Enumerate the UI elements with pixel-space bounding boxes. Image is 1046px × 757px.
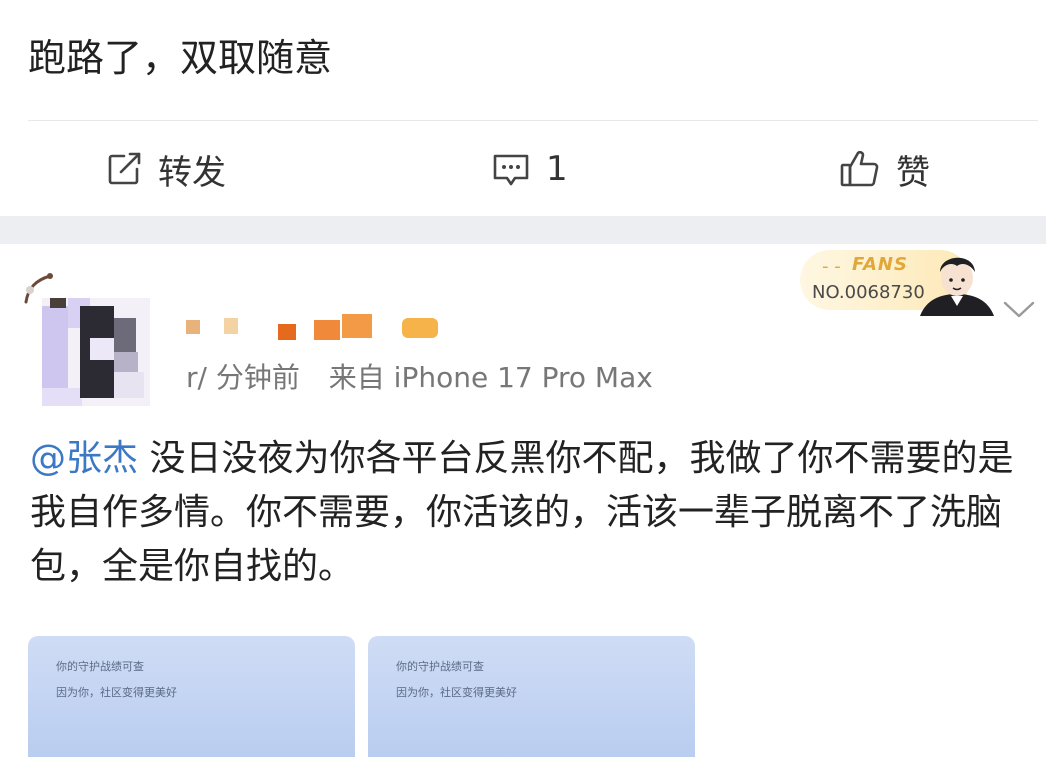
comment-meta: r/ 分钟前 来自 iPhone 17 Pro Max [186,356,653,396]
comment-image[interactable]: 你的守护战绩可查 因为你，社区变得更美好 [28,636,355,757]
thumbs-up-icon [838,147,882,191]
section-gap [0,216,1046,244]
comment-card: r/ 分钟前 来自 iPhone 17 Pro Max - - FANS NO.… [0,244,1046,757]
fans-label: FANS [852,254,908,275]
image-subcaption: 因为你，社区变得更美好 [396,686,517,699]
comment-icon [490,148,532,190]
post-text: 跑路了，双取随意 [28,36,333,80]
like-label: 赞 [896,152,930,193]
cartoon-avatar-icon [920,257,994,316]
chevron-down-icon[interactable] [1002,300,1036,320]
fans-number: NO.0068730 [812,282,925,303]
comment-text: @张杰 没日没夜为你各平台反黑你不配，我做了你不需要的是我自作多情。你不需要，你… [30,432,1030,594]
comment-button[interactable]: 1 [490,147,568,191]
avatar[interactable] [42,298,150,406]
forward-icon [104,149,144,189]
weibo-page: 跑路了，双取随意 转发 1 赞 r/ 分钟前 来自 iPhone 17 Pro … [0,0,1046,757]
username-blurred[interactable] [186,314,446,340]
like-button[interactable]: 赞 [838,147,930,193]
fans-badge[interactable]: - - FANS NO.0068730 [800,244,998,316]
comment-image[interactable]: 你的守护战绩可查 因为你，社区变得更美好 [368,636,695,757]
mention-link[interactable]: @张杰 [30,438,138,479]
comment-body: 没日没夜为你各平台反黑你不配，我做了你不需要的是我自作多情。你不需要，你活该的，… [30,438,1014,587]
image-subcaption: 因为你，社区变得更美好 [56,686,177,699]
comment-source: 来自 iPhone 17 Pro Max [328,361,653,394]
image-caption: 你的守护战绩可查 [396,660,484,673]
fans-dash: - - [822,256,841,277]
post-card: 跑路了，双取随意 转发 1 赞 [0,0,1046,218]
image-caption: 你的守护战绩可查 [56,660,144,673]
forward-button[interactable]: 转发 [104,147,226,193]
comment-count: 1 [546,149,568,189]
action-bar: 转发 1 赞 [0,121,1046,216]
forward-label: 转发 [158,152,226,193]
comment-time: r/ 分钟前 [186,361,300,394]
